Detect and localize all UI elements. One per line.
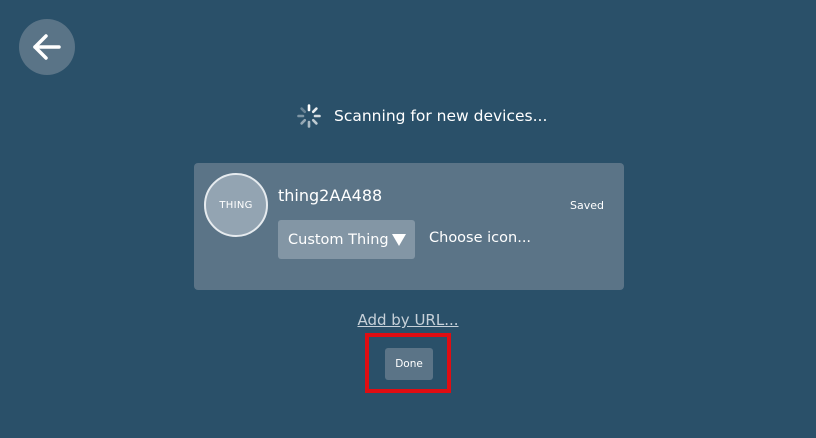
- scan-status-text: Scanning for new devices...: [334, 107, 548, 125]
- add-by-url-row: Add by URL...: [0, 311, 816, 329]
- caret-down-icon: [392, 234, 406, 246]
- saved-status-label: Saved: [570, 199, 604, 212]
- device-card: THING thing2AA488 Saved Custom Thing Cho…: [194, 163, 624, 290]
- back-button[interactable]: [19, 19, 75, 75]
- choose-icon-link[interactable]: Choose icon...: [429, 230, 531, 246]
- done-button[interactable]: Done: [385, 348, 433, 380]
- device-name: thing2AA488: [278, 186, 383, 205]
- loading-spinner-icon: [297, 104, 321, 128]
- add-by-url-link[interactable]: Add by URL...: [357, 311, 458, 329]
- arrow-left-icon: [33, 34, 61, 60]
- device-thing-icon[interactable]: THING: [204, 173, 268, 237]
- scan-status: Scanning for new devices...: [296, 103, 547, 129]
- device-type-selected-value: Custom Thing: [288, 231, 389, 248]
- device-type-select[interactable]: Custom Thing: [278, 220, 415, 259]
